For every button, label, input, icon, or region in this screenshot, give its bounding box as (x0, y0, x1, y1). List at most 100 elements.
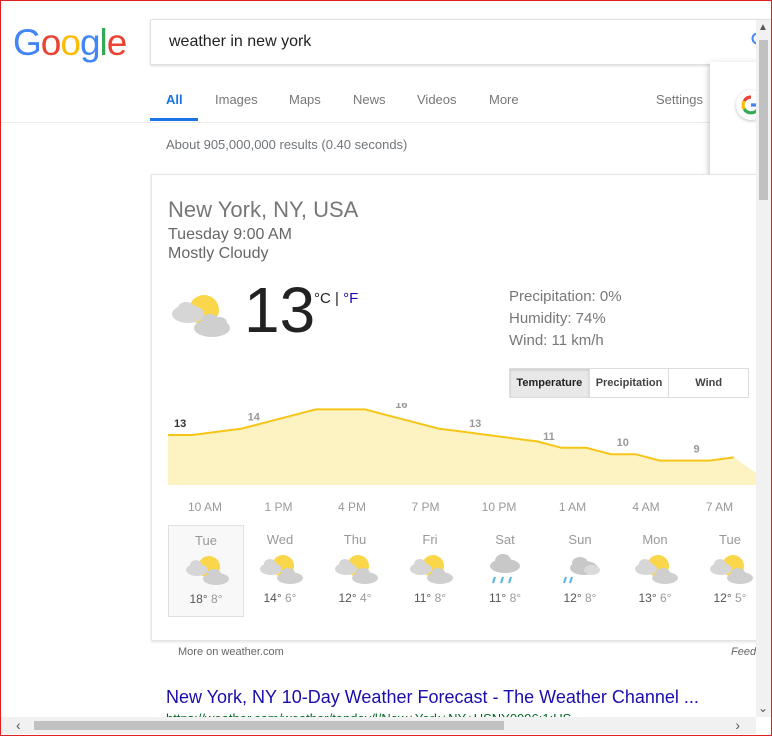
weather-time: Tuesday 9:00 AM (168, 226, 292, 243)
weather-location: New York, NY, USA (168, 197, 359, 222)
horizontal-scrollbar[interactable]: ‹ › (0, 717, 756, 734)
day-temps: 11° 8° (393, 591, 467, 605)
logo-letter: o (60, 22, 81, 63)
day-high: 12° (338, 591, 357, 605)
vertical-scrollbar[interactable]: ▲ ⌄ (756, 20, 771, 717)
forecast-day[interactable]: Wed 14° 6° (243, 525, 317, 615)
forecast-day[interactable]: Tue 18° 8° (168, 525, 244, 617)
day-low: 8° (211, 592, 223, 606)
logo-letter: G (13, 22, 42, 63)
hour-axis: 10 AM 1 PM 4 PM 7 PM 10 PM 1 AM 4 AM 7 AM (152, 500, 772, 516)
logo-letter: e (106, 22, 128, 63)
temperature-point-label: 13 (469, 418, 481, 430)
temperature-point-label: 16 (395, 403, 407, 411)
partly-cloudy-icon (406, 552, 454, 586)
partly-cloudy-icon (706, 552, 754, 586)
hour-tick-label: 4 PM (337, 500, 367, 514)
hour-tick-label: 4 AM (632, 500, 660, 514)
day-low: 8° (585, 591, 597, 605)
day-temps: 11° 8° (468, 591, 542, 605)
day-high: 12° (563, 591, 582, 605)
rain-icon (481, 552, 529, 586)
hour-tick-label: 1 PM (264, 500, 293, 514)
celsius-unit[interactable]: °C (314, 290, 331, 307)
temperature-toggle-button[interactable]: Temperature (510, 369, 590, 397)
weather-source-link[interactable]: More on weather.com (178, 646, 284, 658)
logo-letter: g (79, 22, 101, 63)
weather-condition: Mostly Cloudy (168, 245, 269, 262)
logo-letter: l (99, 22, 108, 63)
partly-cloudy-icon (331, 552, 379, 586)
day-low: 6° (285, 591, 297, 605)
partly-cloudy-icon (256, 552, 304, 586)
logo-letter: o (40, 22, 62, 63)
hour-tick-label: 7 PM (411, 500, 440, 514)
day-high: 11° (413, 591, 432, 605)
weather-details: Precipitation: 0% Humidity: 74% Wind: 11… (509, 286, 622, 352)
temperature-point-label: 17 (321, 403, 333, 404)
scroll-down-icon[interactable]: ⌄ (758, 701, 768, 715)
forecast-day[interactable]: Fri 11° 8° (393, 525, 467, 615)
day-high: 12° (713, 591, 732, 605)
precipitation-text: Precipitation: 0% (509, 288, 622, 305)
scroll-up-icon[interactable]: ▲ (758, 22, 768, 33)
tab-maps[interactable]: Maps (289, 92, 321, 107)
forecast-day[interactable]: Thu 12° 4° (318, 525, 392, 615)
horizontal-scroll-thumb[interactable] (34, 721, 504, 730)
forecast-day[interactable]: Sun 12° 8° (543, 525, 617, 615)
forecast-day[interactable]: Mon 13° 6° (618, 525, 692, 615)
google-logo[interactable]: Google (13, 22, 128, 64)
forecast-day[interactable]: Sat 11° 8° (468, 525, 542, 615)
day-name: Mon (642, 532, 668, 547)
scroll-left-icon[interactable]: ‹ (16, 717, 21, 733)
result-stats: About 905,000,000 results (0.40 seconds) (166, 137, 408, 152)
day-low: 8° (509, 591, 522, 605)
current-temperature: 13 (244, 274, 316, 346)
day-high: 14° (263, 591, 282, 605)
vertical-scroll-thumb[interactable] (759, 40, 768, 200)
temperature-point-label: 13 (174, 418, 186, 430)
day-name: Thu (343, 532, 367, 547)
day-name: Sun (568, 532, 592, 547)
hour-tick-label: 10 AM (187, 500, 223, 514)
tab-all[interactable]: All (166, 92, 183, 107)
tab-settings[interactable]: Settings (656, 92, 703, 107)
tab-images[interactable]: Images (215, 92, 258, 107)
unit-separator: | (330, 290, 344, 307)
temperature-point-label: 9 (694, 444, 700, 456)
partly-cloudy-icon (631, 552, 679, 586)
day-name: Fri (422, 532, 438, 547)
wind-toggle-button[interactable]: Wind (669, 369, 748, 397)
search-input[interactable] (167, 32, 731, 52)
day-low: 6° (660, 591, 672, 605)
fahrenheit-unit[interactable]: °F (343, 290, 358, 307)
humidity-text: Humidity: 74% (509, 310, 606, 327)
temperature-point-label: 10 (617, 437, 629, 449)
day-name: Sat (495, 532, 515, 547)
day-temps: 18° 8° (169, 592, 243, 606)
temperature-point-label: 11 (543, 431, 555, 443)
scroll-right-icon[interactable]: › (735, 717, 740, 733)
tab-more[interactable]: More (489, 92, 519, 107)
partly-cloudy-icon (168, 292, 232, 345)
temperature-chart: 1314171613111099 (168, 403, 772, 485)
tab-videos[interactable]: Videos (417, 92, 457, 107)
day-temps: 14° 6° (243, 591, 317, 605)
day-high: 13° (638, 591, 657, 605)
search-box[interactable] (150, 19, 771, 65)
hour-tick-label: 1 AM (558, 500, 587, 514)
active-tab-indicator (150, 118, 198, 121)
day-high: 11° (488, 591, 507, 605)
day-name: Wed (266, 532, 294, 547)
tab-news[interactable]: News (353, 92, 386, 107)
day-low: 8° (434, 591, 447, 605)
hour-tick-label: 7 AM (705, 500, 734, 514)
result-title-link[interactable]: New York, NY 10-Day Weather Forecast - T… (166, 687, 699, 708)
day-high: 18° (189, 592, 208, 606)
day-name: Tue (195, 533, 217, 548)
partly-cloudy-icon (182, 553, 230, 587)
day-low: 5° (735, 591, 747, 605)
precipitation-toggle-button[interactable]: Precipitation (590, 369, 670, 397)
day-temps: 13° 6° (618, 591, 692, 605)
hour-tick-label: 10 PM (481, 500, 517, 514)
